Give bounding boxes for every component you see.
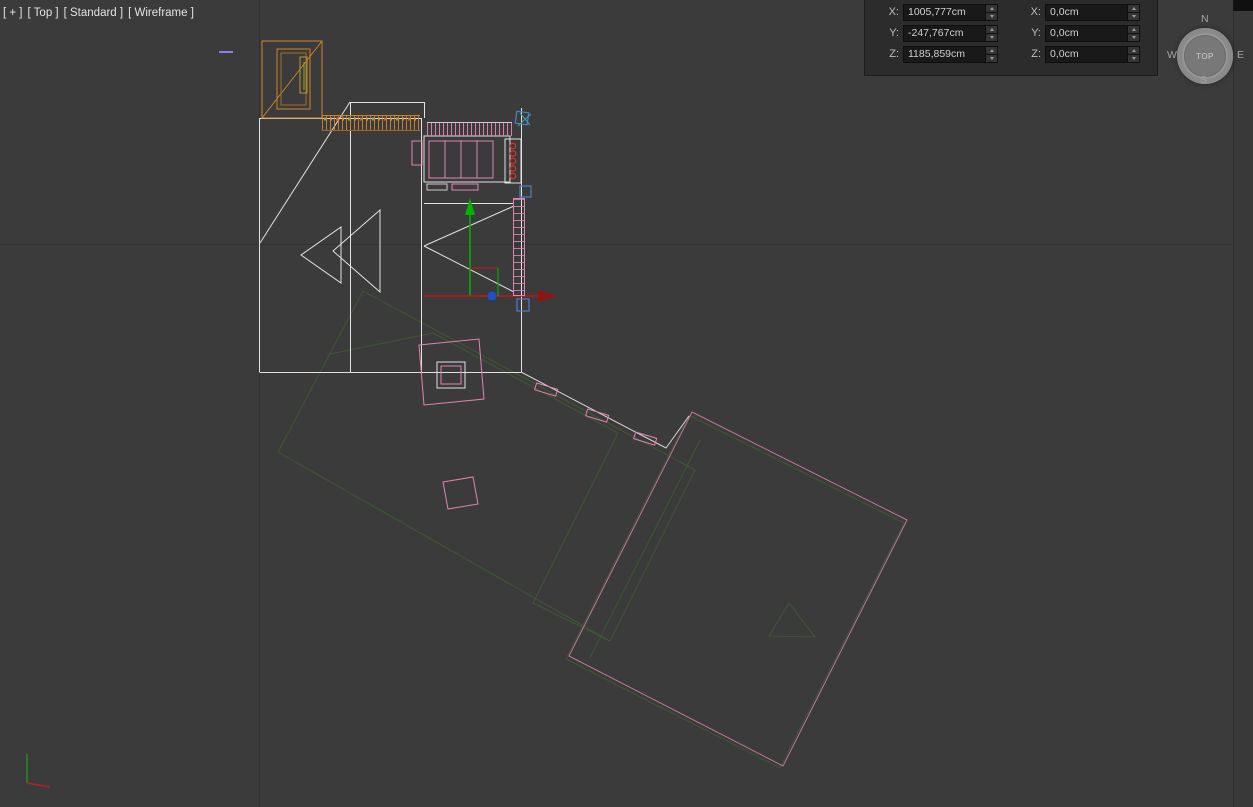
compass-south-label[interactable]: S (1200, 74, 1207, 86)
viewport-label: [ + ] [ Top ] [ Standard ] [ Wireframe ] (3, 7, 194, 19)
spinner-down-button[interactable] (1128, 33, 1139, 41)
pink-fixtures (411, 135, 658, 510)
absolute-z-row: Z: 1185,859cm (883, 45, 1015, 63)
gizmo-y-arrowhead (465, 198, 475, 215)
offset-y-row: Y: 0,0cm (1025, 24, 1155, 42)
spinner-down-button[interactable] (986, 33, 997, 41)
orange-wireframe (261, 40, 323, 119)
y-axis-label: Y: (1031, 27, 1041, 39)
spinner-down-button[interactable] (1128, 12, 1139, 20)
z-axis-label: Z: (889, 48, 899, 60)
view-cube-face-label: TOP (1196, 51, 1214, 61)
viewport-menu-general[interactable]: [ + ] (3, 7, 23, 19)
red-fixture-dots (509, 142, 517, 180)
spinner (985, 46, 997, 62)
x-axis-label: X: (888, 6, 899, 18)
viewport-canvas[interactable] (0, 0, 1253, 807)
spinner-down-button[interactable] (986, 12, 997, 20)
offset-coordinates-group: X: 0,0cm Y: 0,0cm Z: 0,0cm (1015, 0, 1155, 75)
gizmo-center-point (487, 291, 497, 301)
view-cube-face[interactable]: TOP (1184, 35, 1226, 77)
spinner-up-button[interactable] (1128, 4, 1139, 13)
hatch-strip-orange (322, 115, 420, 131)
absolute-y-field[interactable]: -247,767cm (903, 24, 998, 42)
view-cube: TOP N W E S (1167, 12, 1249, 98)
offset-z-value: 0,0cm (1050, 47, 1079, 60)
absolute-x-row: X: 1005,777cm (883, 3, 1015, 21)
viewport-corner-block (1233, 0, 1253, 11)
roof-wireframe-right (565, 411, 908, 769)
roof-wireframe-left (277, 290, 696, 642)
transform-type-in-panel: X: 1005,777cm Y: -247,767cm Z: 1185,859c… (864, 0, 1158, 76)
compass-west-label[interactable]: W (1167, 49, 1177, 61)
spinner (1127, 46, 1139, 62)
absolute-z-value: 1185,859cm (908, 47, 966, 60)
spinner (1127, 4, 1139, 20)
gizmo-x-arrowhead (538, 290, 558, 302)
spinner-up-button[interactable] (986, 46, 997, 55)
spinner-up-button[interactable] (1128, 46, 1139, 55)
absolute-z-field[interactable]: 1185,859cm (903, 45, 998, 63)
offset-x-row: X: 0,0cm (1025, 3, 1155, 21)
z-axis-label: Z: (1031, 48, 1041, 60)
spinner-up-button[interactable] (1128, 25, 1139, 34)
offset-y-value: 0,0cm (1050, 26, 1079, 39)
compass-east-label[interactable]: E (1237, 49, 1244, 61)
offset-y-field[interactable]: 0,0cm (1045, 24, 1140, 42)
spinner-up-button[interactable] (986, 25, 997, 34)
viewport-menu-pov[interactable]: [ Top ] (28, 7, 59, 19)
compass-north-label[interactable]: N (1201, 13, 1209, 25)
offset-z-field[interactable]: 0,0cm (1045, 45, 1140, 63)
spinner-down-button[interactable] (986, 54, 997, 62)
absolute-y-row: Y: -247,767cm (883, 24, 1015, 42)
offset-x-field[interactable]: 0,0cm (1045, 3, 1140, 21)
y-axis-label: Y: (889, 27, 899, 39)
offset-z-row: Z: 0,0cm (1025, 45, 1155, 63)
pink-ladder-strip (513, 198, 525, 296)
offset-x-value: 0,0cm (1050, 5, 1079, 18)
absolute-coordinates-group: X: 1005,777cm Y: -247,767cm Z: 1185,859c… (865, 0, 1015, 75)
x-axis-label: X: (1030, 6, 1041, 18)
viewport-menu-shading-quality[interactable]: [ Standard ] (64, 7, 123, 19)
absolute-y-value: -247,767cm (908, 26, 964, 39)
floor-plan (259, 101, 690, 449)
viewport-menu-shading[interactable]: [ Wireframe ] (128, 7, 194, 19)
move-gizmo[interactable] (424, 198, 558, 302)
spinner (985, 25, 997, 41)
hatch-strip-pink (427, 122, 512, 136)
spinner (1127, 25, 1139, 41)
absolute-x-value: 1005,777cm (908, 5, 966, 18)
spinner-up-button[interactable] (986, 4, 997, 13)
absolute-x-field[interactable]: 1005,777cm (903, 3, 998, 21)
spinner (985, 4, 997, 20)
world-axis-icon (26, 754, 51, 788)
viewport-right-edge (1233, 0, 1253, 807)
spinner-down-button[interactable] (1128, 54, 1139, 62)
